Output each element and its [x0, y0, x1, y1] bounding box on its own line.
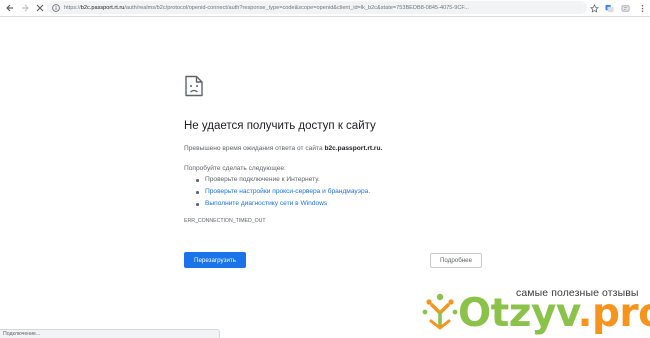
reload-button[interactable]: Перезагрузить — [184, 252, 246, 268]
error-title: Не удается получить доступ к сайту — [184, 120, 376, 132]
stop-button[interactable] — [33, 1, 47, 15]
close-icon — [36, 4, 44, 12]
sad-document-icon — [185, 75, 203, 97]
forward-button[interactable] — [18, 1, 32, 15]
otzyv-logo-icon — [422, 293, 458, 330]
suggestions-heading: Попробуйте сделать следующее: — [184, 165, 286, 172]
suggestion-item: Проверьте подключение к Интернету. — [196, 176, 370, 188]
details-button[interactable]: Подробнее — [430, 253, 482, 268]
info-icon — [52, 3, 60, 12]
extension-icon — [621, 5, 629, 11]
browser-toolbar: https://b2c.passport.rt.ru/auth/realms/b… — [0, 0, 650, 17]
network-diagnostics-link[interactable]: Выполните диагностику сети в Windows — [205, 200, 327, 207]
proxy-settings-link[interactable]: Проверьте настройки прокси-сервера и бра… — [205, 188, 370, 195]
address-bar[interactable]: https://b2c.passport.rt.ru/auth/realms/b… — [47, 1, 587, 14]
suggestion-item-proxy: Проверьте настройки прокси-сервера и бра… — [196, 188, 370, 200]
extension-button[interactable] — [619, 2, 631, 14]
back-button[interactable] — [3, 1, 17, 15]
arrow-right-icon — [22, 4, 29, 12]
error-description: Превышено время ожидания ответа от сайта… — [184, 145, 383, 152]
more-vert-icon — [641, 4, 643, 12]
translate-icon: G — [604, 4, 614, 12]
watermark-brand: Otzyv.pro — [458, 291, 650, 336]
star-icon — [589, 3, 599, 13]
arrow-left-icon — [6, 4, 13, 12]
url-text: https://b2c.passport.rt.ru/auth/realms/b… — [64, 4, 469, 11]
error-host: b2c.passport.rt.ru. — [324, 145, 383, 152]
translate-button[interactable]: G — [603, 2, 615, 14]
suggestion-item-diagnostics: Выполните диагностику сети в Windows — [196, 200, 370, 212]
bookmark-star-button[interactable] — [588, 2, 600, 14]
site-info-button[interactable] — [50, 3, 62, 12]
menu-button[interactable] — [636, 2, 648, 14]
suggestions-list: Проверьте подключение к Интернету. Прове… — [196, 176, 370, 212]
status-bar: Подключение... — [0, 329, 220, 338]
error-code: ERR_CONNECTION_TIMED_OUT — [184, 218, 266, 224]
svg-text:G: G — [606, 5, 609, 10]
